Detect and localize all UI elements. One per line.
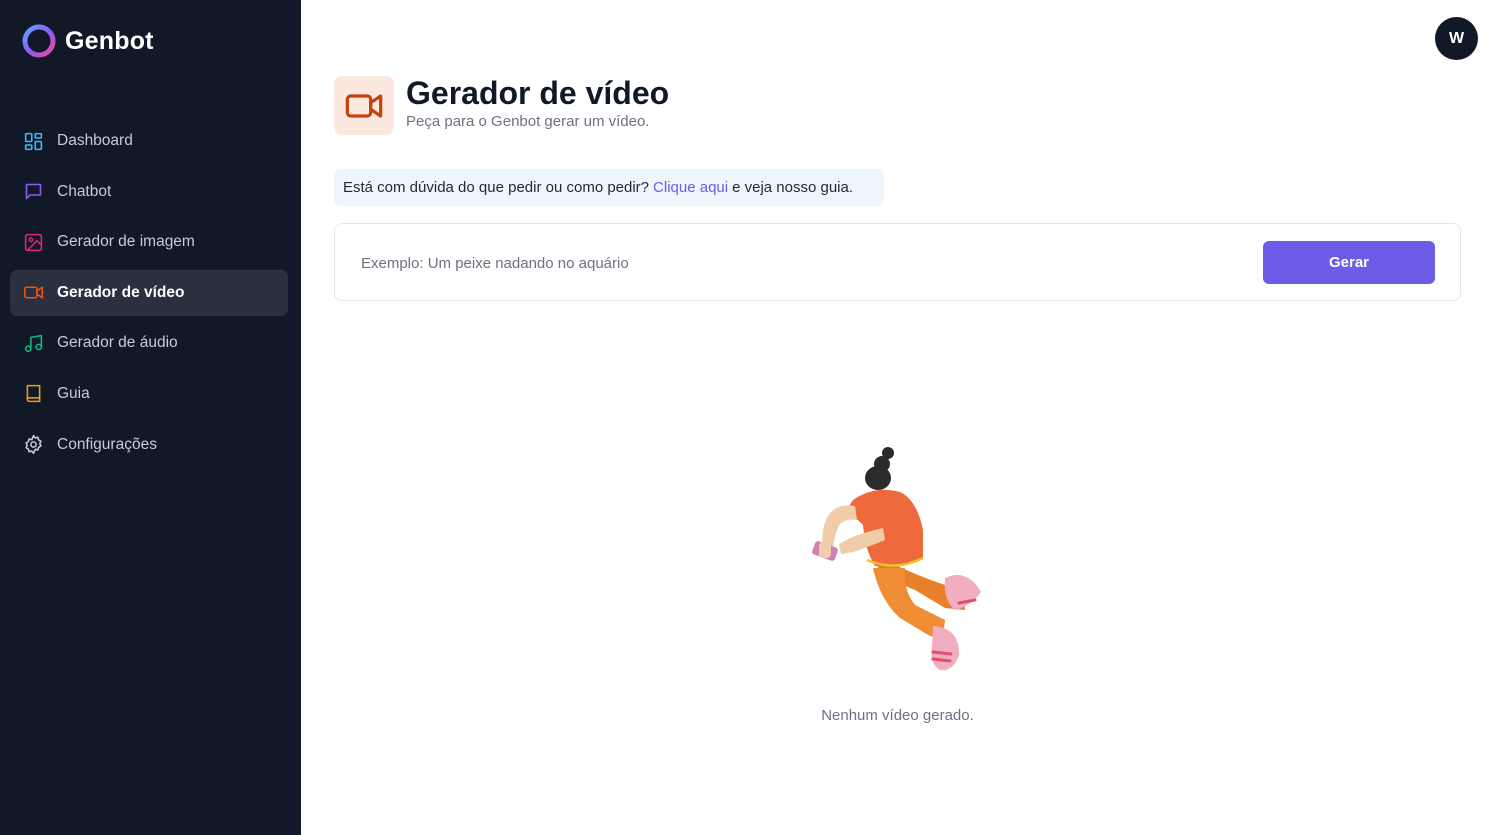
empty-state-illustration <box>812 447 981 671</box>
sidebar-item-label: Gerador de áudio <box>57 334 178 352</box>
music-icon <box>22 332 44 354</box>
page-subtitle: Peça para o Genbot gerar um vídeo. <box>406 113 650 130</box>
guide-hint-banner: Está com dúvida do que pedir ou como ped… <box>334 169 884 206</box>
prompt-input[interactable] <box>361 246 1241 280</box>
sidebar-item-audio-generator[interactable]: Gerador de áudio <box>10 320 288 366</box>
sidebar-item-image-generator[interactable]: Gerador de imagem <box>10 219 288 265</box>
sidebar-item-video-generator[interactable]: Gerador de vídeo <box>10 269 288 316</box>
sidebar-nav: Dashboard Chatbot Gerador de imagem Gera… <box>10 118 288 472</box>
guide-link[interactable]: Clique aqui <box>653 179 728 196</box>
sidebar-item-label: Configurações <box>57 435 157 453</box>
hint-text-after: e veja nosso guia. <box>732 179 854 196</box>
hint-text-before: Está com dúvida do que pedir ou como ped… <box>343 179 650 196</box>
page-header: Gerador de vídeo Peça para o Genbot gera… <box>334 75 669 135</box>
empty-state-message: Nenhum vídeo gerado. <box>821 707 974 724</box>
header-text: Gerador de vídeo Peça para o Genbot gera… <box>406 75 669 130</box>
video-icon <box>22 282 44 304</box>
sidebar-item-label: Dashboard <box>57 132 133 149</box>
user-avatar[interactable]: W <box>1435 17 1478 60</box>
sidebar-item-chatbot[interactable]: Chatbot <box>10 169 288 215</box>
chat-icon <box>22 181 44 203</box>
prompt-form: Gerar <box>334 223 1461 301</box>
brand-name: Genbot <box>65 26 154 55</box>
sidebar-item-settings[interactable]: Configurações <box>10 422 288 468</box>
sidebar-item-guide[interactable]: Guia <box>10 371 288 417</box>
sidebar-item-label: Guia <box>57 384 90 402</box>
video-icon <box>345 93 383 118</box>
header-icon-box <box>334 76 394 135</box>
sidebar-item-dashboard[interactable]: Dashboard <box>10 118 288 164</box>
sidebar: Genbot Dashboard Chatbot Gerador de imag… <box>0 0 301 835</box>
sidebar-item-label: Chatbot <box>57 182 112 200</box>
dashboard-icon <box>22 130 44 152</box>
brand[interactable]: Genbot <box>22 24 154 58</box>
sidebar-item-label: Gerador de imagem <box>57 233 195 251</box>
gear-icon <box>22 434 44 456</box>
sidebar-item-label: Gerador de vídeo <box>57 283 185 301</box>
genbot-logo-icon <box>22 24 56 58</box>
generate-button[interactable]: Gerar <box>1263 241 1435 284</box>
page-title: Gerador de vídeo <box>406 75 670 111</box>
image-icon <box>22 231 44 253</box>
book-icon <box>22 383 44 405</box>
